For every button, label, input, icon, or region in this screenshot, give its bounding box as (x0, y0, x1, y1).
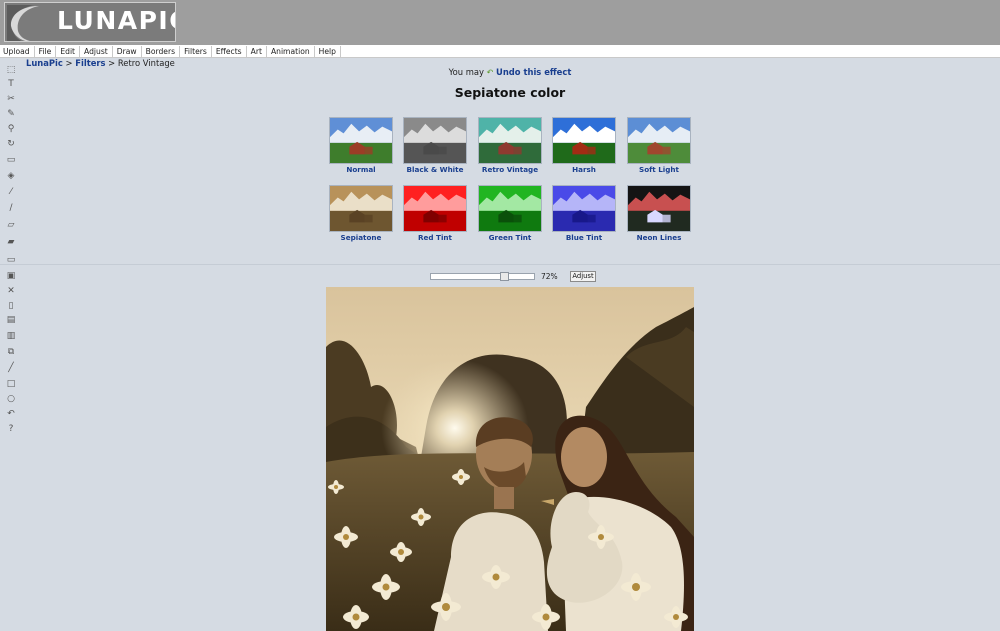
rotate-icon[interactable]: ↻ (5, 138, 17, 150)
menu-animation[interactable]: Animation (267, 46, 315, 57)
filter-thumbnail[interactable] (478, 117, 542, 164)
rectangle-icon[interactable]: □ (5, 378, 17, 390)
filter-normal[interactable]: Normal (329, 117, 393, 174)
copy-icon[interactable]: ⧉ (5, 346, 17, 358)
filter-black-white[interactable]: Black & White (403, 117, 467, 174)
crop-icon[interactable]: ▭ (5, 154, 17, 166)
filter-thumbnail[interactable] (403, 117, 467, 164)
menu-help[interactable]: Help (315, 46, 341, 57)
filter-sepiatone[interactable]: Sepiatone (329, 185, 393, 242)
open-folder-icon[interactable]: ▱ (5, 219, 17, 231)
menu-draw[interactable]: Draw (113, 46, 142, 57)
menu-adjust[interactable]: Adjust (80, 46, 113, 57)
filter-retro-vintage[interactable]: Retro Vintage (478, 117, 542, 174)
filter-label[interactable]: Normal (329, 165, 393, 174)
filter-label[interactable]: Black & White (403, 165, 467, 174)
close-icon[interactable]: ✕ (5, 285, 17, 297)
menu-file[interactable]: File (35, 46, 57, 57)
divider (0, 264, 1000, 265)
filter-soft-light[interactable]: Soft Light (627, 117, 691, 174)
filter-label[interactable]: Green Tint (478, 233, 542, 242)
eraser-icon[interactable]: ▰ (5, 236, 17, 248)
help-icon[interactable]: ? (5, 423, 17, 435)
brush-icon[interactable]: ∕ (5, 202, 17, 214)
filter-label[interactable]: Sepiatone (329, 233, 393, 242)
document-icon[interactable]: ▯ (5, 300, 17, 312)
save-icon[interactable]: ▣ (5, 270, 17, 282)
filter-thumbnail[interactable] (552, 185, 616, 232)
menu-edit[interactable]: Edit (56, 46, 81, 57)
print-icon[interactable]: ▤ (5, 314, 17, 326)
edited-photo (326, 287, 694, 631)
menu-filters[interactable]: Filters (180, 46, 212, 57)
zoom-icon[interactable]: ⚲ (5, 123, 17, 135)
circle-icon[interactable]: ○ (5, 393, 17, 405)
filter-label[interactable]: Retro Vintage (478, 165, 542, 174)
filter-label[interactable]: Neon Lines (627, 233, 691, 242)
filter-neon-lines[interactable]: Neon Lines (627, 185, 691, 242)
filter-green-tint[interactable]: Green Tint (478, 185, 542, 242)
filter-thumbnail[interactable] (627, 117, 691, 164)
menu-effects[interactable]: Effects (212, 46, 247, 57)
couple-daisy-field-photo (326, 287, 694, 631)
pencil-icon[interactable]: ✎ (5, 108, 17, 120)
logo-text: LUNAPIC (57, 6, 176, 35)
menu-borders[interactable]: Borders (142, 46, 181, 57)
slider-value: 72% (541, 272, 558, 281)
undo-prefix: You may (448, 67, 487, 77)
eyedropper-icon[interactable]: ⁄ (5, 186, 17, 198)
filter-red-tint[interactable]: Red Tint (403, 185, 467, 242)
undo-notice: You may ↶ Undo this effect (0, 67, 1000, 77)
filter-label[interactable]: Soft Light (627, 165, 691, 174)
filter-thumbnail[interactable] (478, 185, 542, 232)
adjust-button[interactable]: Adjust (570, 271, 596, 282)
undo-arrow-icon: ↶ (486, 68, 494, 77)
filter-label[interactable]: Harsh (552, 165, 616, 174)
paint-bucket-icon[interactable]: ◈ (5, 170, 17, 182)
filter-thumbnail[interactable] (627, 185, 691, 232)
slider-knob[interactable] (500, 272, 509, 281)
filter-label[interactable]: Blue Tint (552, 233, 616, 242)
line-icon[interactable]: ╱ (5, 362, 17, 374)
page-title: Sepiatone color (454, 85, 566, 100)
filter-thumbnail[interactable] (403, 185, 467, 232)
header: LUNAPIC (0, 0, 1000, 45)
filter-harsh[interactable]: Harsh (552, 117, 616, 174)
undo-effect-link[interactable]: Undo this effect (496, 67, 571, 77)
lunapic-logo[interactable]: LUNAPIC (4, 2, 176, 42)
menu-art[interactable]: Art (247, 46, 267, 57)
filter-thumbnail[interactable] (329, 117, 393, 164)
moon-logo-icon (7, 5, 39, 41)
menu-upload[interactable]: Upload (0, 46, 35, 57)
slider-fill (431, 274, 507, 279)
undo-icon[interactable]: ↶ (5, 408, 17, 420)
filter-blue-tint[interactable]: Blue Tint (552, 185, 616, 242)
filter-label[interactable]: Red Tint (403, 233, 467, 242)
layers-icon[interactable]: ▥ (5, 330, 17, 342)
effect-strength-slider[interactable] (430, 272, 535, 281)
filter-thumbnail[interactable] (329, 185, 393, 232)
filter-thumbnail[interactable] (552, 117, 616, 164)
menu-bar: Upload File Edit Adjust Draw Borders Filters Ef… (0, 45, 1000, 58)
